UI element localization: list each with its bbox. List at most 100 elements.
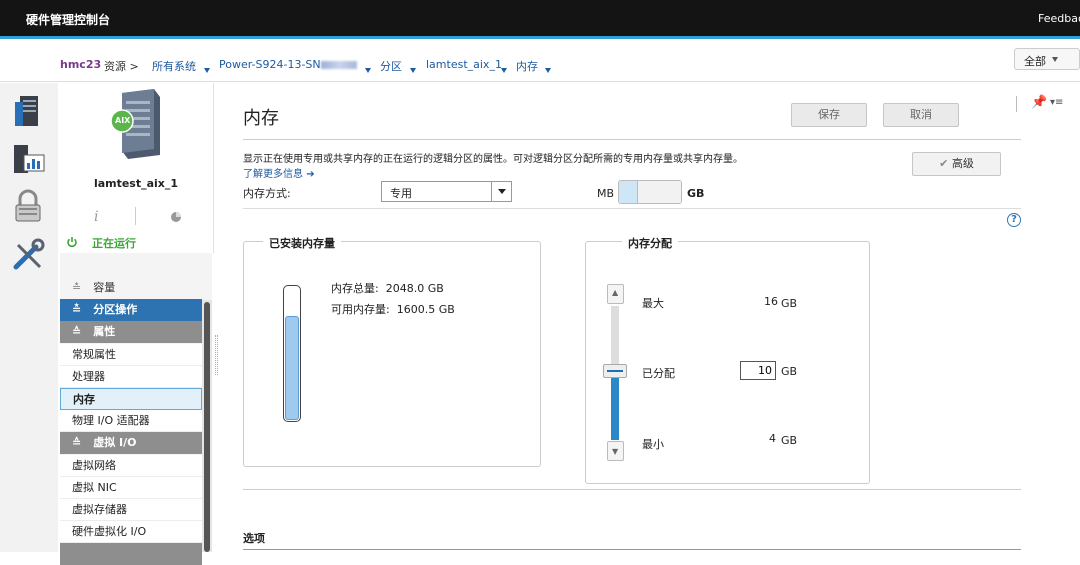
top-bar: 硬件管理控制台 Feedbac bbox=[0, 0, 1080, 36]
chevron-down-icon[interactable] bbox=[545, 63, 551, 76]
save-button[interactable]: 保存 bbox=[791, 103, 867, 127]
allocated-unit: GB bbox=[781, 365, 798, 378]
chevron-down-icon[interactable] bbox=[365, 63, 371, 76]
os-badge: AIX bbox=[115, 116, 131, 125]
scope-select[interactable]: 全部 bbox=[1014, 48, 1080, 70]
feedback-link[interactable]: Feedbac bbox=[1038, 12, 1080, 25]
nav-scrollbar-thumb[interactable] bbox=[204, 302, 210, 552]
nav-properties-label: 属性 bbox=[93, 325, 116, 338]
nav-item-virtual-network[interactable]: 虚拟网络 bbox=[60, 455, 202, 477]
unit-gb-label: GB bbox=[687, 187, 705, 200]
breadcrumb: hmc23 资源 > 所有系统 Power-S924-13-SN 分区 lamt… bbox=[0, 44, 1080, 82]
nav-capacity[interactable]: ≛ 容量 bbox=[60, 277, 202, 299]
breadcrumb-memory[interactable]: 内存 bbox=[516, 58, 538, 74]
installed-memory-title: 已安装内存量 bbox=[263, 235, 341, 251]
available-memory-label: 可用内存量: bbox=[331, 303, 390, 316]
divider bbox=[243, 139, 1021, 140]
tools-icon[interactable] bbox=[10, 237, 46, 273]
nav-item-general[interactable]: 常规属性 bbox=[60, 344, 202, 366]
nav-virtual-io-label: 虚拟 I/O bbox=[93, 436, 137, 449]
max-value: 16 bbox=[764, 295, 778, 308]
lock-icon[interactable] bbox=[10, 189, 46, 225]
max-unit: GB bbox=[781, 297, 798, 310]
nav-capacity-label: 容量 bbox=[93, 281, 116, 294]
divider bbox=[1016, 96, 1017, 112]
total-memory-row: 内存总量: 2048.0 GB bbox=[331, 280, 444, 296]
divider bbox=[135, 207, 136, 225]
memory-slider-handle[interactable] bbox=[603, 364, 627, 378]
app-title: 硬件管理控制台 bbox=[26, 13, 111, 27]
divider bbox=[243, 208, 1021, 209]
total-memory-value: 2048.0 GB bbox=[385, 282, 444, 295]
performance-chart-icon[interactable] bbox=[10, 141, 46, 177]
nav-item-virtual-storage[interactable]: 虚拟存储器 bbox=[60, 499, 202, 521]
allocated-memory-input[interactable] bbox=[740, 361, 776, 380]
power-on-icon bbox=[67, 237, 77, 248]
nav-item-hw-virtual-io[interactable]: 硬件虚拟化 I/O bbox=[60, 521, 202, 543]
unit-mb-label: MB bbox=[597, 187, 615, 200]
memory-mode-select[interactable]: 专用 bbox=[381, 181, 512, 202]
memory-gauge bbox=[283, 285, 301, 422]
dropdown-arrow-icon bbox=[491, 182, 511, 201]
slider-increase-button[interactable]: ▲ bbox=[607, 284, 624, 304]
description-text: 显示正在使用专用或共享内存的正在运行的逻辑分区的属性。可对逻辑分区分配所需的专用… bbox=[243, 154, 743, 165]
learn-more-link[interactable]: 了解更多信息 ➔ bbox=[243, 165, 315, 180]
pin-icon[interactable]: 📌 bbox=[1031, 95, 1047, 110]
nav-partition-actions-label: 分区操作 bbox=[93, 303, 138, 316]
nav-item-processor[interactable]: 处理器 bbox=[60, 366, 202, 388]
nav-virtual-io-header[interactable]: ≙ 虚拟 I/O bbox=[60, 432, 202, 454]
nav-more-header[interactable] bbox=[60, 543, 202, 565]
checkmark-icon: ✔ bbox=[939, 157, 949, 170]
available-memory-value: 1600.5 GB bbox=[396, 303, 455, 316]
slider-decrease-button[interactable]: ▼ bbox=[607, 441, 624, 461]
breadcrumb-server[interactable]: Power-S924-13-SN bbox=[219, 58, 357, 71]
memory-distribution-panel bbox=[585, 241, 870, 484]
breadcrumb-all-systems[interactable]: 所有系统 bbox=[152, 58, 196, 74]
breadcrumb-partition[interactable]: 分区 bbox=[380, 58, 402, 74]
allocated-label: 已分配 bbox=[642, 367, 675, 380]
breadcrumb-lpar[interactable]: lamtest_aix_1 bbox=[426, 58, 502, 71]
chevron-double-up-icon: ≙ bbox=[72, 436, 82, 449]
divider bbox=[243, 489, 1021, 490]
partition-card: AIX lamtest_aix_1 i bbox=[60, 83, 214, 231]
chevron-down-icon[interactable] bbox=[410, 63, 416, 76]
nav-item-memory[interactable]: 内存 bbox=[60, 388, 202, 410]
nav-partition-actions[interactable]: ≛ 分区操作 bbox=[60, 299, 202, 321]
server-icon[interactable] bbox=[10, 93, 46, 129]
breadcrumb-system[interactable]: hmc23 bbox=[60, 58, 101, 71]
chevron-double-down-icon: ≛ bbox=[72, 281, 82, 294]
chevron-down-icon[interactable] bbox=[204, 63, 210, 76]
partition-name: lamtest_aix_1 bbox=[93, 177, 179, 190]
chevron-double-up-icon: ≙ bbox=[72, 325, 82, 338]
nav-properties-header[interactable]: ≙ 属性 bbox=[60, 321, 202, 343]
arrow-right-icon: ➔ bbox=[306, 169, 315, 180]
memory-mode-label: 内存方式: bbox=[243, 187, 291, 200]
nav-item-virtual-nic[interactable]: 虚拟 NIC bbox=[60, 477, 202, 499]
status-text: 正在运行 bbox=[92, 237, 136, 250]
usage-pie-icon[interactable] bbox=[170, 211, 182, 223]
chevron-down-icon[interactable] bbox=[501, 63, 507, 76]
nav-item-physical-io[interactable]: 物理 I/O 适配器 bbox=[60, 410, 202, 432]
unit-toggle[interactable] bbox=[618, 180, 682, 204]
allocated-memory-field[interactable] bbox=[741, 362, 775, 379]
cancel-button[interactable]: 取消 bbox=[883, 103, 959, 127]
available-memory-row: 可用内存量: 1600.5 GB bbox=[331, 301, 455, 317]
advanced-button[interactable]: ✔ 高级 bbox=[912, 152, 1001, 176]
icon-sidebar bbox=[0, 83, 58, 552]
total-memory-label: 内存总量: bbox=[331, 282, 379, 295]
help-icon[interactable]: ? bbox=[1007, 213, 1021, 227]
splitter-handle[interactable] bbox=[215, 335, 218, 375]
accent-line bbox=[0, 36, 1080, 39]
status-row: 正在运行 bbox=[60, 231, 214, 253]
memory-mode-value: 专用 bbox=[390, 187, 412, 200]
min-label: 最小 bbox=[642, 438, 664, 451]
menu-icon[interactable]: ▾≡ bbox=[1050, 97, 1063, 108]
min-value: 4 bbox=[769, 432, 776, 445]
info-icon[interactable]: i bbox=[94, 209, 98, 225]
chevron-double-down-icon: ≛ bbox=[72, 303, 82, 316]
divider bbox=[243, 549, 1021, 550]
scope-select-label: 全部 bbox=[1024, 55, 1046, 68]
breadcrumb-resources[interactable]: 资源 > bbox=[104, 58, 139, 74]
min-unit: GB bbox=[781, 434, 798, 447]
memory-distribution-title: 内存分配 bbox=[622, 235, 678, 251]
